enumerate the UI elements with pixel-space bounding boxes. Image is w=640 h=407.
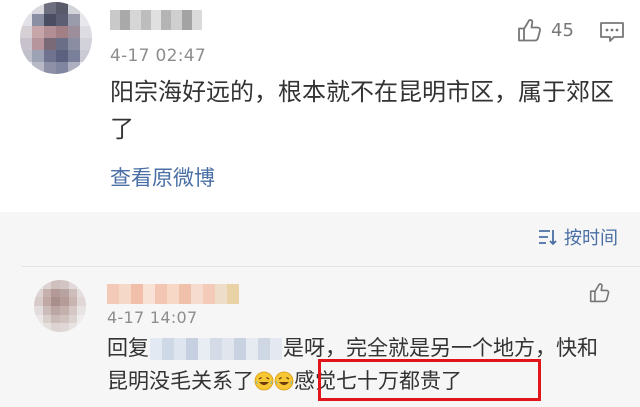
like-count: 45 [551, 19, 574, 41]
mentioned-user-redacted[interactable] [150, 338, 282, 360]
divider [22, 266, 640, 267]
reply-username-redacted[interactable] [107, 284, 239, 304]
comment-text: 阳宗海好远的，根本就不在昆明市区，属于郊区了 [110, 78, 614, 143]
reply-button[interactable] [599, 20, 625, 48]
thumbs-up-icon [589, 283, 610, 303]
username-redacted[interactable] [110, 10, 202, 30]
reply-avatar[interactable] [34, 280, 86, 332]
reply-timestamp: 4-17 14:07 [107, 308, 198, 327]
reply-text: 回复 是呀，完全就是另一个地方，快和昆明没毛关系了 感觉七十万都贵了 [107, 332, 617, 398]
sort-label: 按时间 [564, 228, 618, 249]
reply-like-button[interactable] [589, 282, 611, 307]
comment-card: 4-17 02:47 45 阳宗海好远的，根本就不在昆明市区，属于郊区了 查看原… [0, 0, 640, 212]
reply-section: 按时间 4-17 14:07 回复 是呀，完全就是另一个地方，快和昆明没毛关系了感… [0, 212, 640, 407]
like-button[interactable]: 45 [517, 18, 574, 42]
reply-text-part2: 感觉七十万都贵了 [294, 369, 462, 393]
comment-bubble-icon [600, 22, 624, 42]
avatar[interactable] [20, 2, 92, 74]
view-original-link[interactable]: 查看原微博 [110, 162, 215, 192]
reply-prefix: 回复 [107, 336, 149, 360]
avatar-mosaic [20, 2, 92, 74]
sort-toggle[interactable]: 按时间 [538, 224, 618, 250]
laughing-tears-emoji-icon [274, 371, 294, 391]
laughing-tears-emoji-icon [254, 371, 274, 391]
comment-timestamp: 4-17 02:47 [110, 46, 206, 66]
thumbs-up-icon [518, 19, 541, 42]
sort-lines-icon [539, 230, 557, 245]
avatar-mosaic [34, 280, 86, 332]
